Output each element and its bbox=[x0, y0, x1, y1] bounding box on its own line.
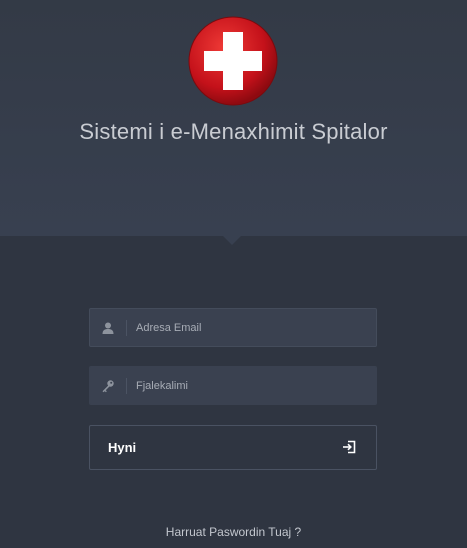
email-input[interactable] bbox=[136, 309, 366, 346]
sign-in-icon bbox=[343, 440, 356, 454]
password-input[interactable] bbox=[136, 367, 366, 404]
forgot-password-link[interactable]: Harruat Paswordin Tuaj ? bbox=[0, 525, 467, 539]
field-divider bbox=[126, 320, 127, 336]
page-title: Sistemi i e-Menaxhimit Spitalor bbox=[79, 119, 388, 144]
user-icon bbox=[102, 322, 114, 334]
login-button[interactable]: Hyni bbox=[89, 425, 377, 470]
email-field[interactable] bbox=[89, 308, 377, 347]
red-cross-icon bbox=[188, 16, 278, 106]
header-pointer bbox=[223, 236, 241, 245]
header-panel: Sistemi i e-Menaxhimit Spitalor bbox=[0, 0, 467, 236]
key-icon bbox=[102, 380, 114, 393]
field-divider bbox=[126, 378, 127, 394]
password-field[interactable] bbox=[89, 366, 377, 405]
login-button-label: Hyni bbox=[108, 440, 137, 455]
